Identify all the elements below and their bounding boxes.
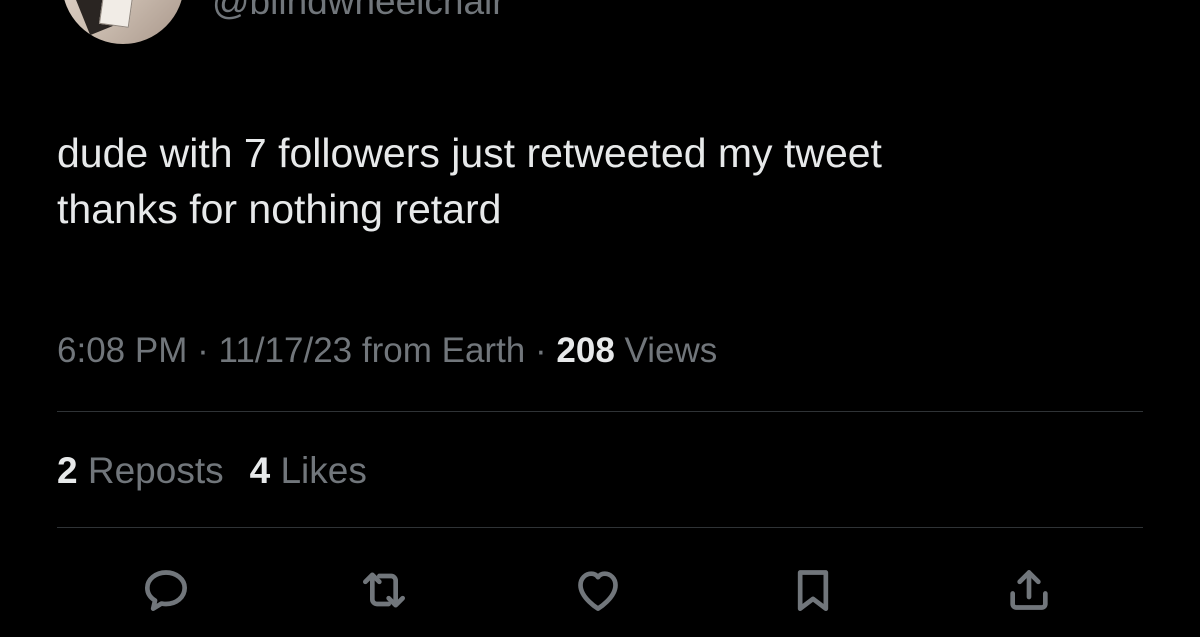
avatar-photo-tag bbox=[98, 0, 136, 28]
avatar[interactable] bbox=[62, 0, 184, 44]
likes-link[interactable]: 4 Likes bbox=[250, 450, 367, 491]
reposts-label: Reposts bbox=[87, 450, 224, 491]
tweet-text-line: thanks for nothing retard bbox=[57, 186, 502, 232]
tweet-time[interactable]: 6:08 PM bbox=[57, 331, 187, 370]
share-button[interactable] bbox=[999, 560, 1059, 620]
tweet-metadata: 6:08 PM · 11/17/23 from Earth · 208 View… bbox=[57, 327, 717, 375]
bookmark-button[interactable] bbox=[783, 560, 843, 620]
tweet-text-line: dude with 7 followers just retweeted my … bbox=[57, 130, 882, 176]
divider bbox=[57, 527, 1143, 528]
divider bbox=[57, 411, 1143, 412]
reposts-count: 2 bbox=[57, 450, 78, 491]
likes-label: Likes bbox=[280, 450, 367, 491]
engagement-stats: 2 Reposts 4 Likes bbox=[57, 446, 367, 496]
tweet-date[interactable]: 11/17/23 bbox=[218, 331, 352, 370]
views-count: 208 bbox=[556, 331, 615, 370]
likes-count: 4 bbox=[249, 450, 271, 491]
bookmark-icon bbox=[797, 570, 829, 611]
like-button[interactable] bbox=[568, 560, 628, 620]
heart-icon bbox=[578, 571, 618, 611]
views-label: Views bbox=[624, 331, 718, 370]
repost-icon bbox=[363, 572, 405, 608]
share-icon bbox=[1010, 570, 1048, 610]
tweet-text: dude with 7 followers just retweeted my … bbox=[57, 125, 1147, 237]
tweet-source: from Earth bbox=[361, 331, 526, 370]
reposts-link[interactable]: 2 Reposts bbox=[57, 450, 224, 491]
repost-button[interactable] bbox=[354, 560, 414, 620]
author-handle[interactable]: @blindwheelchair bbox=[212, 0, 505, 22]
meta-separator: · bbox=[197, 331, 209, 370]
action-bar bbox=[0, 560, 1200, 620]
meta-separator: · bbox=[535, 331, 547, 370]
reply-icon bbox=[145, 570, 188, 611]
reply-button[interactable] bbox=[136, 560, 196, 620]
